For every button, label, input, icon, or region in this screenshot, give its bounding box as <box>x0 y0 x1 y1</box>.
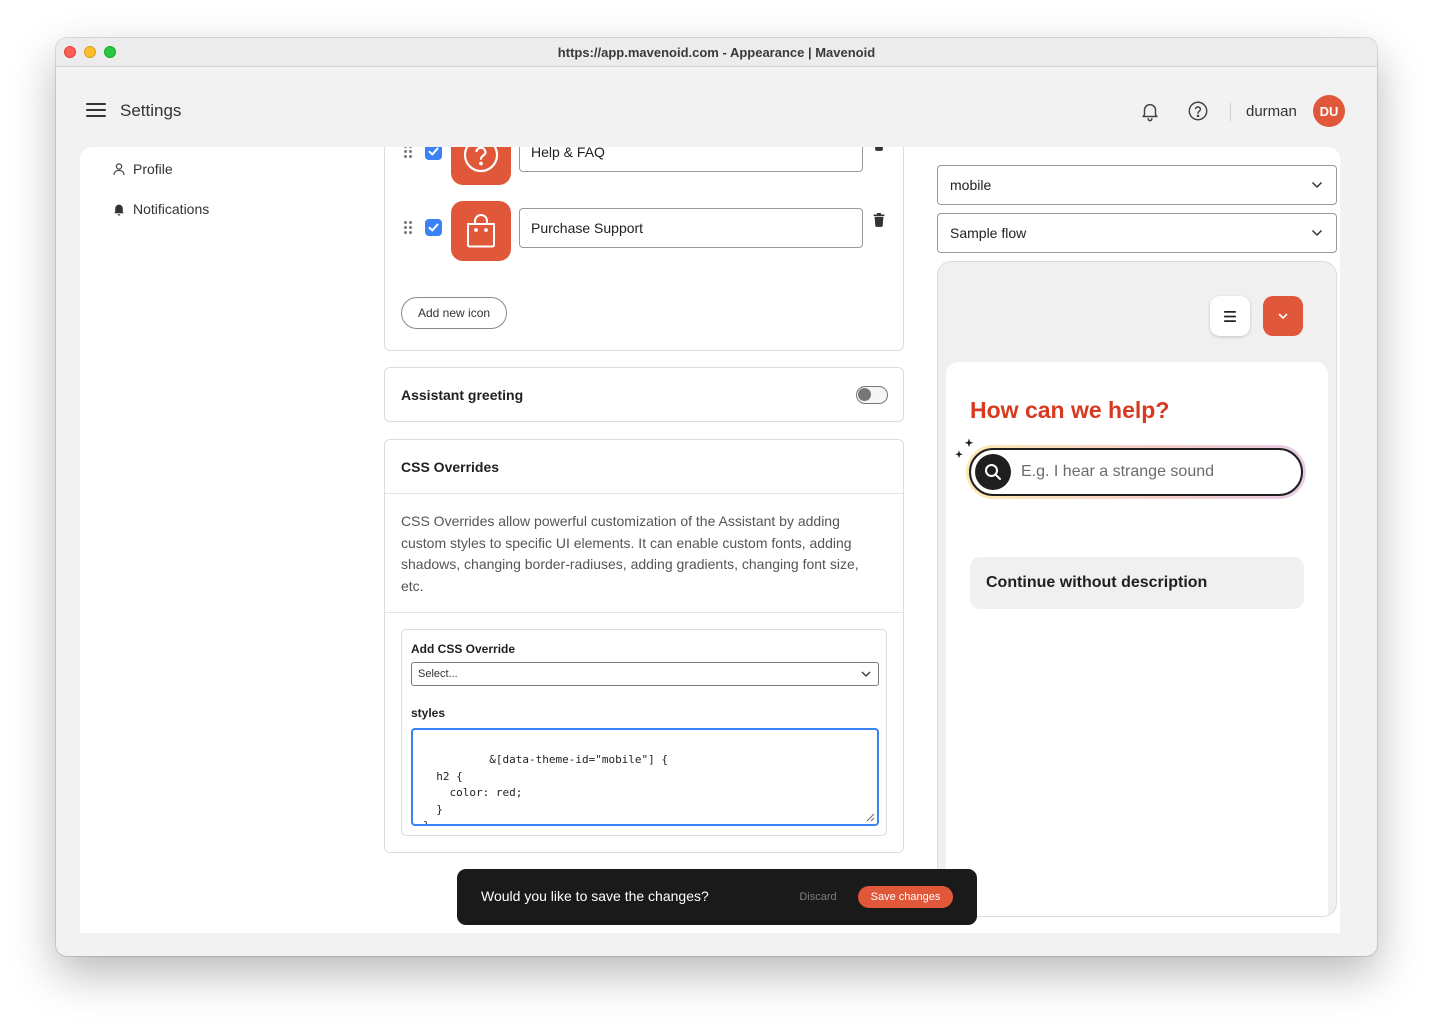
page-title: Settings <box>120 101 182 120</box>
icon-list-item: Purchase Support <box>401 201 891 261</box>
device-select[interactable]: mobile <box>937 165 1337 205</box>
css-override-select-value: Select... <box>418 668 458 680</box>
title-bar: https://app.mavenoid.com - Appearance | … <box>56 38 1377 67</box>
css-overrides-card: CSS Overrides CSS Overrides allow powerf… <box>384 439 904 853</box>
flow-select[interactable]: Sample flow <box>937 213 1337 253</box>
shopping-bag-icon[interactable] <box>451 201 511 261</box>
styles-label: styles <box>411 706 446 720</box>
icon-label-input[interactable]: Purchase Support <box>519 208 863 248</box>
username[interactable]: durman <box>1246 103 1297 120</box>
search-input[interactable]: E.g. I hear a strange sound <box>969 448 1303 496</box>
sidebar-item-label: Notifications <box>133 201 210 217</box>
icon-enabled-checkbox[interactable] <box>425 219 442 236</box>
add-css-override-label: Add CSS Override <box>411 642 516 656</box>
main-content: Profile Notifications Help & FAQ Purchas… <box>80 147 1340 933</box>
search-icon[interactable] <box>975 454 1011 490</box>
app-header: Settings durman DU <box>56 67 1377 147</box>
assistant-greeting-label: Assistant greeting <box>401 387 524 403</box>
styles-textarea[interactable]: &[data-theme-id="mobile"] { h2 { color: … <box>411 728 879 826</box>
window-title: https://app.mavenoid.com - Appearance | … <box>557 45 876 60</box>
bell-icon <box>114 204 124 216</box>
continue-without-description-button[interactable]: Continue without description <box>970 557 1304 609</box>
bell-icon[interactable] <box>1139 100 1161 122</box>
help-circle-icon[interactable] <box>1187 100 1209 122</box>
assistant-greeting-toggle[interactable] <box>856 386 888 404</box>
sidebar-item-profile[interactable]: Profile <box>112 161 173 177</box>
styles-textarea-content: &[data-theme-id="mobile"] { h2 { color: … <box>423 753 669 826</box>
icon-label-input[interactable]: Help & FAQ <box>519 147 863 172</box>
trash-icon[interactable] <box>873 147 885 151</box>
discard-button[interactable]: Discard <box>783 886 853 908</box>
search-field-wrapper: E.g. I hear a strange sound <box>966 445 1306 499</box>
device-select-value: mobile <box>950 177 992 193</box>
css-overrides-description: CSS Overrides allow powerful customizati… <box>401 513 859 594</box>
menu-icon[interactable] <box>1210 296 1250 336</box>
icon-list-item: Help & FAQ <box>401 147 891 185</box>
chevron-down-icon <box>1311 229 1323 237</box>
drag-handle-icon[interactable] <box>404 147 414 159</box>
save-changes-bar: Would you like to save the changes? Disc… <box>457 869 977 925</box>
browser-window: https://app.mavenoid.com - Appearance | … <box>56 38 1377 956</box>
chevron-down-icon[interactable] <box>1263 296 1303 336</box>
add-new-icon-button[interactable]: Add new icon <box>401 297 508 329</box>
assistant-greeting-card: Assistant greeting <box>384 367 904 422</box>
mobile-preview-frame: How can we help? E.g. I hear a strange s… <box>937 261 1337 917</box>
drag-handle-icon[interactable] <box>404 221 414 235</box>
save-changes-button[interactable]: Save changes <box>858 886 953 908</box>
add-css-override-form: Add CSS Override Select... styles &[data… <box>401 629 887 836</box>
divider <box>385 612 903 613</box>
css-overrides-title: CSS Overrides <box>401 459 500 475</box>
save-changes-message: Would you like to save the changes? <box>481 888 709 904</box>
assistant-heading: How can we help? <box>970 397 1170 423</box>
resize-handle-icon[interactable] <box>866 813 875 822</box>
person-icon <box>113 163 125 176</box>
icons-card: Help & FAQ Purchase Support Add new icon <box>384 147 904 351</box>
avatar[interactable]: DU <box>1313 95 1345 127</box>
icon-enabled-checkbox[interactable] <box>425 147 442 160</box>
flow-select-value: Sample flow <box>950 225 1027 241</box>
hamburger-menu-icon[interactable] <box>86 103 106 119</box>
divider <box>385 493 903 494</box>
header-divider <box>1230 103 1231 121</box>
assistant-panel: How can we help? E.g. I hear a strange s… <box>946 362 1328 916</box>
sidebar-item-notifications[interactable]: Notifications <box>112 201 209 217</box>
preview-panel: mobile Sample flow How can we help? E.g.… <box>937 147 1337 933</box>
chevron-down-icon <box>861 671 871 677</box>
css-override-select[interactable]: Select... <box>411 662 879 686</box>
search-placeholder: E.g. I hear a strange sound <box>1021 463 1215 480</box>
sidebar-item-label: Profile <box>133 161 173 177</box>
question-circle-icon[interactable] <box>451 147 511 185</box>
chevron-down-icon <box>1311 181 1323 189</box>
trash-icon[interactable] <box>873 213 885 227</box>
